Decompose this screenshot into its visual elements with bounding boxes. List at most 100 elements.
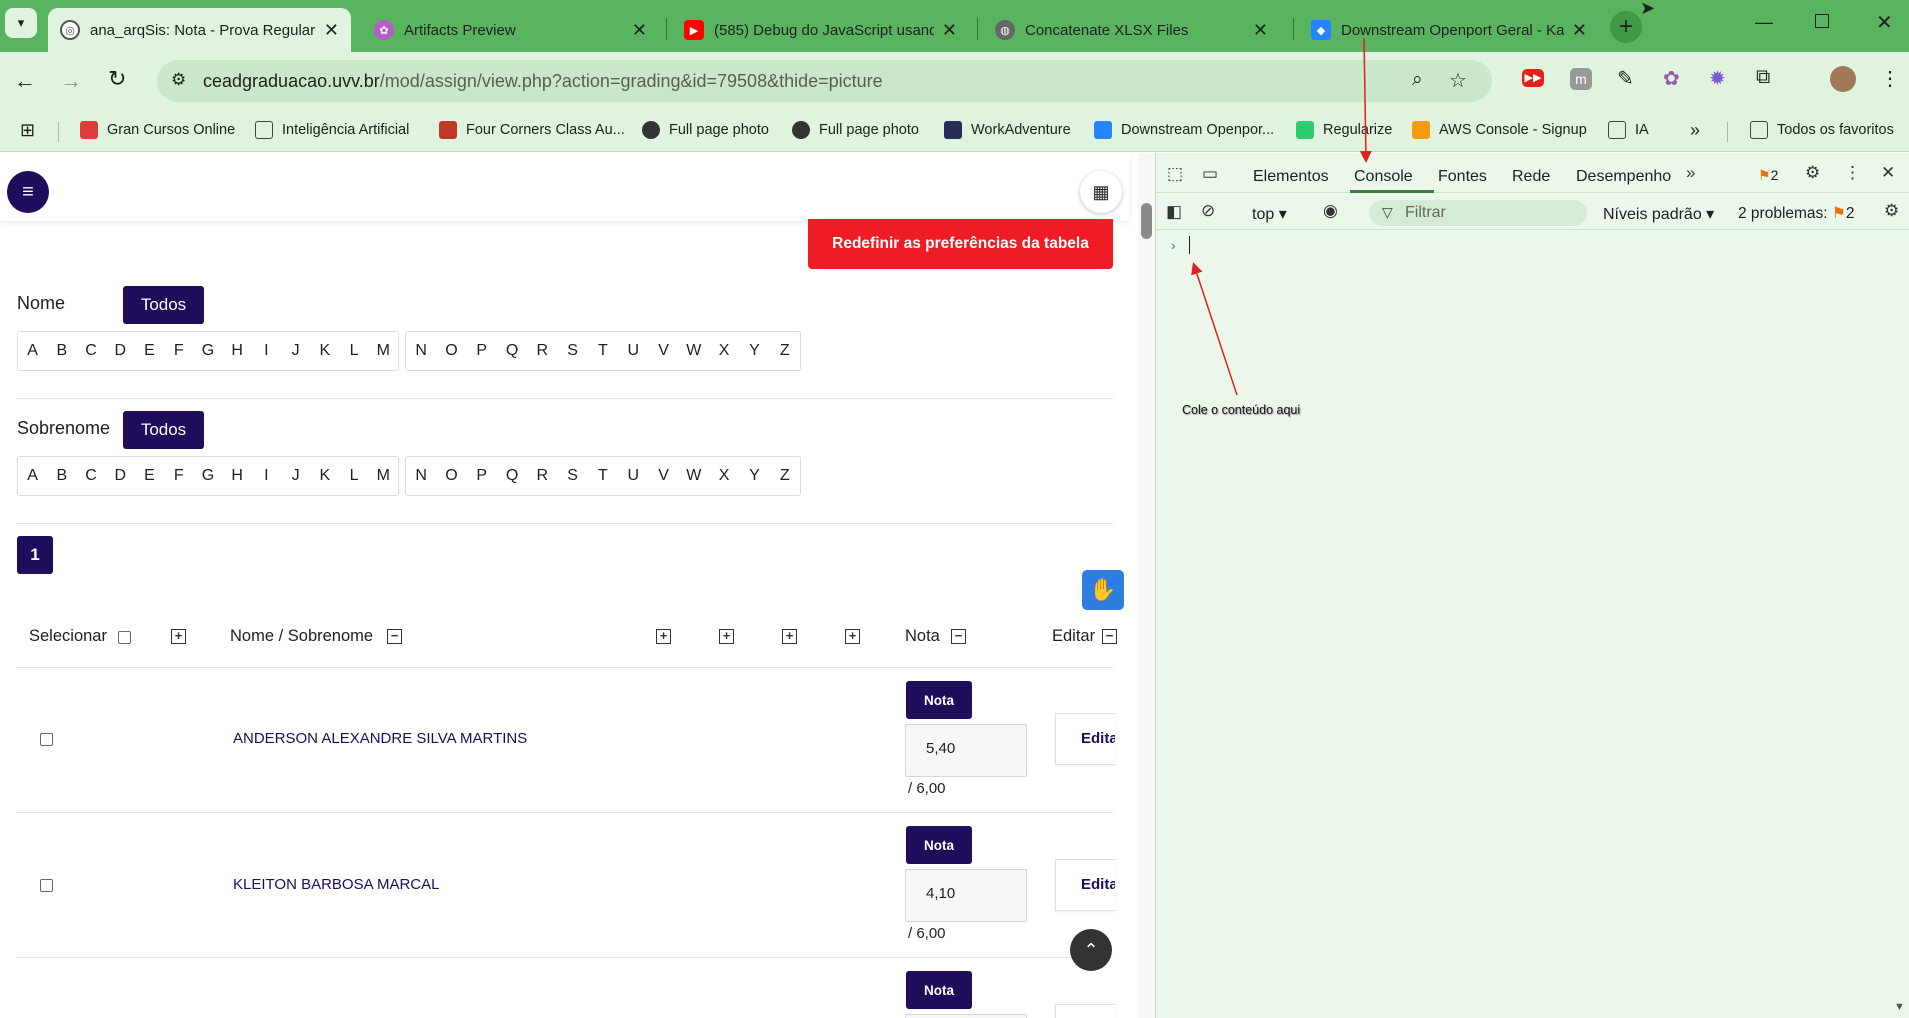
first-name-letter-a[interactable]: A — [18, 332, 47, 370]
close-tab-icon[interactable]: ✕ — [632, 20, 647, 41]
log-levels-dropdown[interactable]: Níveis padrão ▾ — [1603, 204, 1714, 224]
first-name-all-button[interactable]: Todos — [123, 286, 204, 324]
expand-column-icon[interactable]: + — [719, 629, 734, 644]
apps-grid-icon[interactable]: ⊞ — [20, 120, 35, 141]
context-selector[interactable]: top ▾ — [1252, 204, 1287, 224]
last-name-letter-n[interactable]: N — [406, 457, 436, 495]
close-devtools-icon[interactable]: ✕ — [1881, 163, 1895, 183]
bookmark-full-page-photo-1[interactable]: Full page photo — [642, 121, 769, 139]
first-name-letter-o[interactable]: O — [436, 332, 466, 370]
site-info-icon[interactable]: ⚙ — [171, 70, 186, 90]
pagination-page-1[interactable]: 1 — [17, 536, 53, 574]
tab-youtube-debug[interactable]: ▶ (585) Debug do JavaScript usando ✕ — [672, 8, 969, 52]
inspect-element-icon[interactable]: ⬚ — [1167, 164, 1183, 184]
first-name-letter-n[interactable]: N — [406, 332, 436, 370]
first-name-letter-k[interactable]: K — [310, 332, 339, 370]
last-name-letter-h[interactable]: H — [223, 457, 252, 495]
bookmark-workadventure[interactable]: WorkAdventure — [944, 121, 1071, 139]
devtools-tab-performance[interactable]: Desempenho — [1576, 168, 1671, 186]
hamburger-menu-icon[interactable]: ≡ — [7, 171, 49, 213]
forward-icon[interactable]: → — [60, 68, 82, 94]
select-all-checkbox[interactable] — [118, 631, 131, 644]
first-name-letter-w[interactable]: W — [679, 332, 709, 370]
reload-icon[interactable]: ↻ — [108, 66, 126, 92]
student-name-link[interactable]: ANDERSON ALEXANDRE SILVA MARTINS — [233, 730, 527, 747]
first-name-letter-u[interactable]: U — [618, 332, 648, 370]
close-tab-icon[interactable]: ✕ — [1253, 20, 1268, 41]
last-name-letter-x[interactable]: X — [709, 457, 739, 495]
problems-indicator[interactable]: 2 problemas: ⚑2 — [1738, 204, 1854, 223]
device-toolbar-icon[interactable]: ▭ — [1202, 164, 1218, 184]
grade-input[interactable] — [905, 1014, 1027, 1018]
first-name-letter-y[interactable]: Y — [739, 332, 769, 370]
first-name-letter-p[interactable]: P — [467, 332, 497, 370]
address-bar[interactable]: ⚙ ceadgraduacao.uvv.br/mod/assign/view.p… — [157, 60, 1492, 102]
first-name-letter-h[interactable]: H — [223, 332, 252, 370]
last-name-letter-d[interactable]: D — [106, 457, 135, 495]
expand-column-icon[interactable]: + — [782, 629, 797, 644]
tab-concatenate-xlsx[interactable]: ◍ Concatenate XLSX Files ✕ — [983, 8, 1280, 52]
more-bookmarks-icon[interactable]: » — [1690, 120, 1700, 141]
scrollbar-thumb[interactable] — [1141, 203, 1152, 239]
first-name-letter-l[interactable]: L — [339, 332, 368, 370]
row-select-checkbox[interactable] — [40, 733, 53, 746]
last-name-letter-e[interactable]: E — [135, 457, 164, 495]
expand-column-icon[interactable]: + — [656, 629, 671, 644]
console-input-caret[interactable] — [1189, 236, 1190, 254]
first-name-letter-e[interactable]: E — [135, 332, 164, 370]
bookmark-folder-ia[interactable]: IA — [1608, 121, 1649, 139]
clear-console-icon[interactable]: ⊘ — [1201, 201, 1215, 221]
first-name-letter-f[interactable]: F — [164, 332, 193, 370]
devtools-tab-console[interactable]: Console — [1354, 168, 1413, 186]
tab-downstream-openport[interactable]: ◆ Downstream Openport Geral - Kar ✕ — [1299, 8, 1599, 52]
bookmark-gran-cursos[interactable]: Gran Cursos Online — [80, 121, 235, 139]
close-tab-icon[interactable]: ✕ — [1572, 20, 1587, 41]
first-name-letter-c[interactable]: C — [76, 332, 105, 370]
grade-button[interactable]: Nota — [906, 971, 972, 1009]
bookmark-star-icon[interactable]: ☆ — [1449, 68, 1467, 93]
first-name-letter-d[interactable]: D — [106, 332, 135, 370]
bookmark-folder-ia-full[interactable]: Inteligência Artificial — [255, 121, 409, 139]
bookmark-aws-console[interactable]: AWS Console - Signup — [1412, 121, 1587, 139]
scroll-to-top-icon[interactable]: ⌃ — [1070, 929, 1112, 971]
close-tab-icon[interactable]: ✕ — [324, 20, 339, 41]
last-name-letter-i[interactable]: I — [252, 457, 281, 495]
extensions-puzzle-icon[interactable]: ⧉ — [1756, 66, 1770, 89]
last-name-letter-l[interactable]: L — [339, 457, 368, 495]
last-name-letter-z[interactable]: Z — [770, 457, 800, 495]
grade-button[interactable]: Nota — [906, 826, 972, 864]
expand-column-icon[interactable]: + — [171, 629, 186, 644]
live-expression-eye-icon[interactable]: ◉ — [1323, 201, 1338, 221]
first-name-letter-x[interactable]: X — [709, 332, 739, 370]
name-column-header[interactable]: Nome / Sobrenome — [230, 627, 373, 646]
first-name-letter-b[interactable]: B — [47, 332, 76, 370]
devtools-menu-icon[interactable]: ⋮ — [1844, 163, 1861, 183]
last-name-letter-u[interactable]: U — [618, 457, 648, 495]
edit-button[interactable]: Editar — [1055, 713, 1115, 765]
edit-button[interactable] — [1055, 1004, 1115, 1018]
devtools-tab-sources[interactable]: Fontes — [1438, 168, 1487, 186]
first-name-letter-q[interactable]: Q — [497, 332, 527, 370]
first-name-letter-t[interactable]: T — [588, 332, 618, 370]
profile-avatar[interactable] — [1830, 66, 1856, 92]
first-name-letter-i[interactable]: I — [252, 332, 281, 370]
last-name-letter-k[interactable]: K — [310, 457, 339, 495]
restore-window-icon[interactable] — [1815, 14, 1829, 28]
settings-gear-icon[interactable]: ⚙ — [1805, 163, 1820, 183]
last-name-letter-t[interactable]: T — [588, 457, 618, 495]
row-select-checkbox[interactable] — [40, 879, 53, 892]
student-name-link[interactable]: KLEITON BARBOSA MARCAL — [233, 876, 439, 893]
last-name-letter-j[interactable]: J — [281, 457, 310, 495]
devtools-tab-elements[interactable]: Elementos — [1253, 168, 1329, 186]
last-name-letter-f[interactable]: F — [164, 457, 193, 495]
last-name-letter-a[interactable]: A — [18, 457, 47, 495]
last-name-all-button[interactable]: Todos — [123, 411, 204, 449]
all-bookmarks-folder[interactable]: Todos os favoritos — [1750, 121, 1894, 139]
collapse-column-icon[interactable]: − — [951, 629, 966, 644]
last-name-letter-q[interactable]: Q — [497, 457, 527, 495]
last-name-letter-w[interactable]: W — [679, 457, 709, 495]
bookmark-four-corners[interactable]: Four Corners Class Au... — [439, 121, 625, 139]
first-name-letter-z[interactable]: Z — [770, 332, 800, 370]
grade-button[interactable]: Nota — [906, 681, 972, 719]
gear-extension-icon[interactable]: ✹ — [1709, 66, 1726, 91]
